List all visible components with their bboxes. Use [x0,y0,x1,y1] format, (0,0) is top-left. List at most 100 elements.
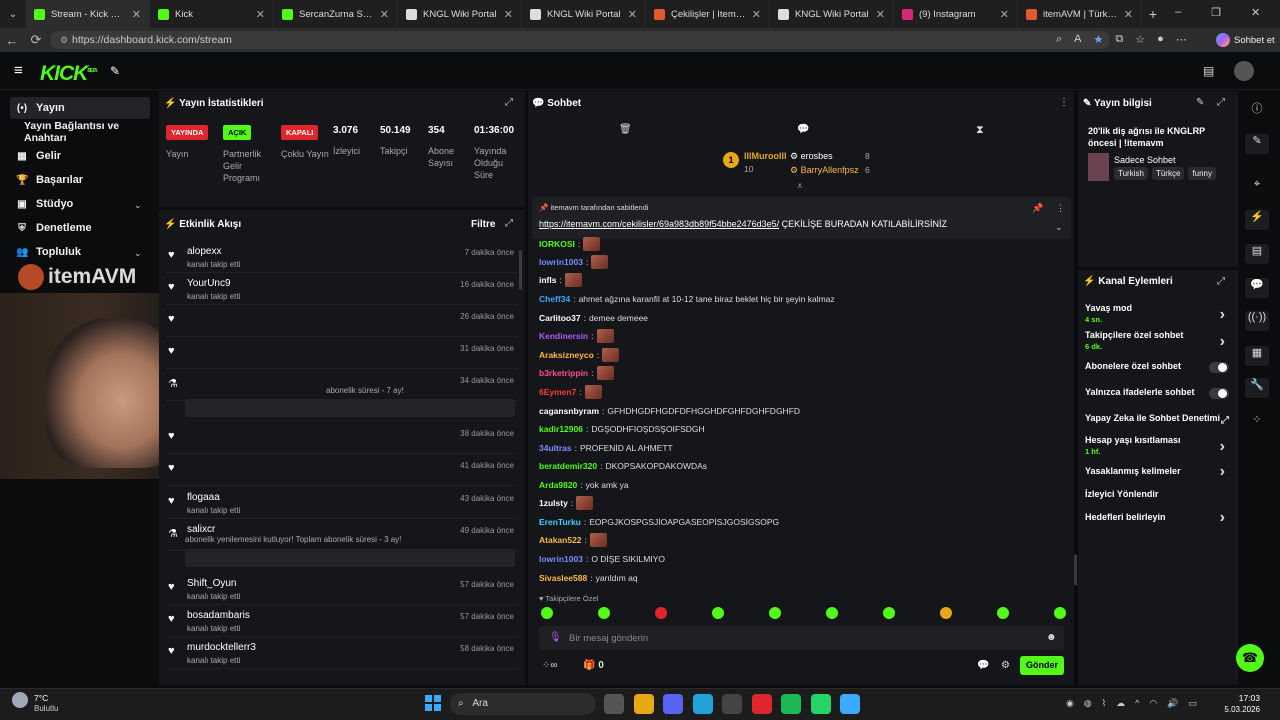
category-thumbnail[interactable] [1088,153,1109,181]
chat-message[interactable]: 1zulsty: [539,494,594,512]
edit-icon[interactable]: ✎ [1245,134,1269,154]
activity-username[interactable]: alopexx [187,246,221,257]
edge-icon[interactable] [692,694,713,714]
chat-settings-icon[interactable]: 💬 [977,660,989,671]
wrench-icon[interactable]: 🔧 [1245,378,1269,398]
kick-logo[interactable]: KICKBETA [40,62,98,86]
gift-icon[interactable]: 🎁 0 [583,660,604,671]
chat-username[interactable]: b3rketrippin [539,368,588,378]
chat-message[interactable]: infls: [539,271,582,289]
activity-item[interactable]: ⚗ abonelik süresi - 7 ay! 34 dakika önce [166,371,518,401]
info-icon[interactable]: ⓘ [1245,100,1269,120]
channel-action[interactable]: İzleyici Yönlendir [1085,489,1233,499]
sidebar-item[interactable]: Yayın Bağlantısı ve Anahtarı [10,120,158,144]
tab-menu-button[interactable]: ⌄ [0,9,26,20]
weather-temp[interactable]: 7°C [34,693,48,703]
emote-icon[interactable] [769,607,781,619]
chevron-right-icon[interactable]: › [1220,509,1225,527]
activity-item[interactable]: ♥ flogaaa kanalı takip etti 43 dakika önce [166,489,518,519]
activity-username[interactable]: Shift_Oyun [187,578,236,589]
channel-action[interactable]: Hesap yaşı kısıtlaması 1 hf. › [1085,435,1233,456]
channel-action[interactable]: Abonelere özel sohbet [1085,361,1233,373]
chat-message[interactable]: Kendinersin: [539,327,614,345]
browser-tab[interactable]: KNGL Wiki Portal ✕ [398,0,522,28]
chat-username[interactable]: Cheff34 [539,294,570,304]
tag-pill[interactable]: Turkish [1114,167,1148,180]
emote-icon[interactable] [1054,607,1066,619]
chat-username[interactable]: 34ultras [539,443,572,453]
discord-icon[interactable] [663,694,683,714]
tray-volume-icon[interactable]: 🔊 [1167,698,1178,709]
chat-message[interactable]: IORKOSI: [539,235,601,253]
chat-username[interactable]: Araksizneyco [539,350,594,360]
browser-tab[interactable]: SercanZurna Stream - W ✕ [274,0,398,28]
minimize-icon[interactable]: – [1175,6,1181,19]
browser-tab[interactable]: KNGL Wiki Portal ✕ [522,0,646,28]
chat-icon[interactable]: 💬 [1245,278,1269,298]
channel-action[interactable]: Takipçilere özel sohbet 6 dk. › [1085,330,1233,351]
hourglass-icon[interactable]: ⧗ [976,124,984,137]
activity-username[interactable]: murdocktellerr3 [187,642,256,653]
chat-message[interactable]: Arda9820: yok amk ya [539,476,629,494]
copilot-button[interactable]: Sohbet et [1216,33,1275,47]
sidebar-item[interactable]: ⛨ Denetleme [10,217,150,239]
activity-item[interactable]: ♥ Shift_Oyun kanalı takip etti 57 dakika ön… [166,575,518,605]
chat-message[interactable]: Araksizneyco: [539,346,620,364]
activity-item[interactable]: ♥ bosadambaris kanalı takip etti 57 dakika … [166,607,518,637]
tray-battery-icon[interactable]: ▭ [1188,698,1197,709]
emote-icon[interactable] [712,607,724,619]
activity-item[interactable]: ⚗ salixcr abonelik yenilemesini kutluyor! … [166,521,518,551]
chat-message[interactable]: Sivaslee588: yarıldım aq [539,569,638,587]
tray-discord-icon[interactable]: ◍ [1084,698,1092,709]
chat-username[interactable]: Sivaslee588 [539,573,587,583]
chat-username[interactable]: lowrin1003 [539,554,583,564]
support-button-icon[interactable]: ☎ [1236,644,1264,672]
chrome-icon[interactable] [751,694,772,714]
tab-close-icon[interactable]: ✕ [1000,8,1009,21]
info-popout-icon[interactable]: ⤢ [1217,97,1225,108]
chat-scrollbar[interactable] [1074,555,1077,585]
sidebar-item[interactable]: (•) Yayın [10,97,150,119]
emote-icon[interactable] [883,607,895,619]
emote-icon[interactable] [541,607,553,619]
sidebar-item[interactable]: ▦ Gelir [10,145,150,167]
tab-close-icon[interactable]: ✕ [628,8,637,21]
windows-start-icon[interactable] [425,695,441,711]
browser-tab[interactable]: KNGL Wiki Portal ✕ [770,0,894,28]
activity-item[interactable]: ♥ 38 dakika önce [166,424,518,454]
chat-username[interactable]: 1zulsty [539,498,568,508]
chat-username[interactable]: beratdemir320 [539,461,597,471]
browser-tab[interactable]: Kick ✕ [150,0,274,28]
channel-action[interactable]: Yavaş mod 4 sn. › [1085,303,1233,324]
tag-pill[interactable]: Türkçe [1151,167,1185,180]
chat-username[interactable]: lowrin1003 [539,257,583,267]
chat-message[interactable]: lowrin1003: [539,253,609,271]
tray-steam-icon[interactable]: ◉ [1066,698,1074,709]
activity-item[interactable]: ♥ murdocktellerr3 kanalı takip etti 58 daki… [166,639,518,669]
tray-wifi-icon[interactable]: ◠ [1149,698,1157,709]
gear-icon[interactable]: ⚙ [1001,660,1010,671]
chat-username[interactable]: cagansnbyram [539,406,599,416]
browser-tab[interactable]: Çekilişler | ItemAVM ✕ [646,0,770,28]
tab-close-icon[interactable]: ✕ [876,8,885,21]
obs-icon[interactable] [722,694,742,714]
tab-close-icon[interactable]: ✕ [504,8,513,21]
chat-username[interactable]: Arda9820 [539,480,577,490]
sidebar-item[interactable]: 🏆 Başarılar [10,169,150,191]
notepad-icon[interactable] [840,694,860,714]
chat-username[interactable]: Atakan522 [539,535,582,545]
clock-time[interactable]: 17:03 [1220,693,1260,703]
crosshair-icon[interactable]: ⌖ [1245,178,1269,198]
chat-message[interactable]: Carlitoo37: demee demeee [539,309,648,327]
emote-icon[interactable] [940,607,952,619]
activity-popout-icon[interactable]: ⤢ [505,218,513,229]
chat-username[interactable]: Kendinersin [539,331,588,341]
chevron-right-icon[interactable]: › [1220,306,1225,324]
chevron-right-icon[interactable]: › [1220,333,1225,351]
toggle-switch[interactable] [1209,362,1229,373]
expand-icon[interactable]: ⩡ [797,181,803,192]
actions-popout-icon[interactable]: ⤢ [1217,276,1225,287]
channel-action[interactable]: Yalnızca ifadelerle sohbet [1085,387,1233,399]
activity-scrollbar[interactable] [519,250,522,290]
chat-message[interactable]: 34ultras: PROFENİD AL AHMETT [539,439,673,457]
